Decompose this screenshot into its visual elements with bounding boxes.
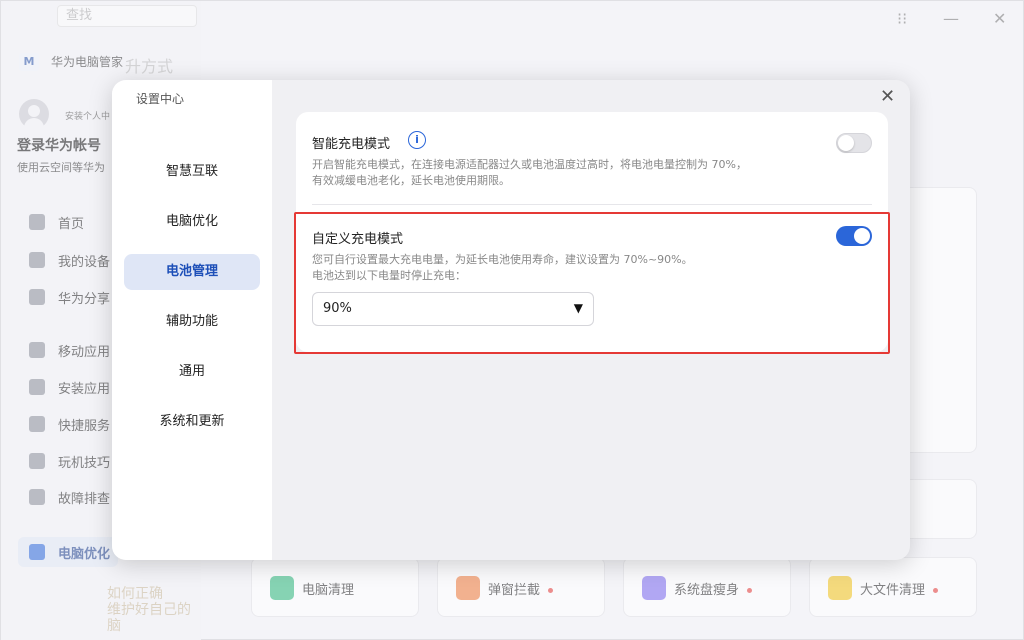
highlight-box xyxy=(294,212,890,354)
smart-charge-toggle[interactable] xyxy=(836,133,872,153)
smart-charge-title: 智能充电模式 xyxy=(312,137,391,152)
section-divider xyxy=(312,204,872,205)
smart-charge-desc-line1: 开启智能充电模式，在连接电源适配器过久或电池温度过高时，将电池电量控制为 70%… xyxy=(312,158,747,171)
smart-charge-desc-line2: 有效减缓电池老化，延长电池使用期限。 xyxy=(312,174,510,187)
settings-title: 设置中心 xyxy=(136,92,185,106)
settings-close-button[interactable]: ✕ xyxy=(880,86,895,107)
settings-menu-battery[interactable]: 电池管理 xyxy=(124,254,260,290)
settings-menu-general[interactable]: 通用 xyxy=(124,354,260,390)
toggle-knob xyxy=(838,135,854,151)
info-icon[interactable]: i xyxy=(408,131,426,149)
settings-menu-smart-connect[interactable]: 智慧互联 xyxy=(124,154,260,190)
settings-sidebar: 设置中心 智慧互联 电脑优化 电池管理 辅助功能 通用 系统和更新 xyxy=(112,80,272,560)
settings-menu-pc-optimize[interactable]: 电脑优化 xyxy=(124,204,260,240)
settings-menu-system-update[interactable]: 系统和更新 xyxy=(124,404,260,440)
settings-menu-accessibility[interactable]: 辅助功能 xyxy=(124,304,260,340)
